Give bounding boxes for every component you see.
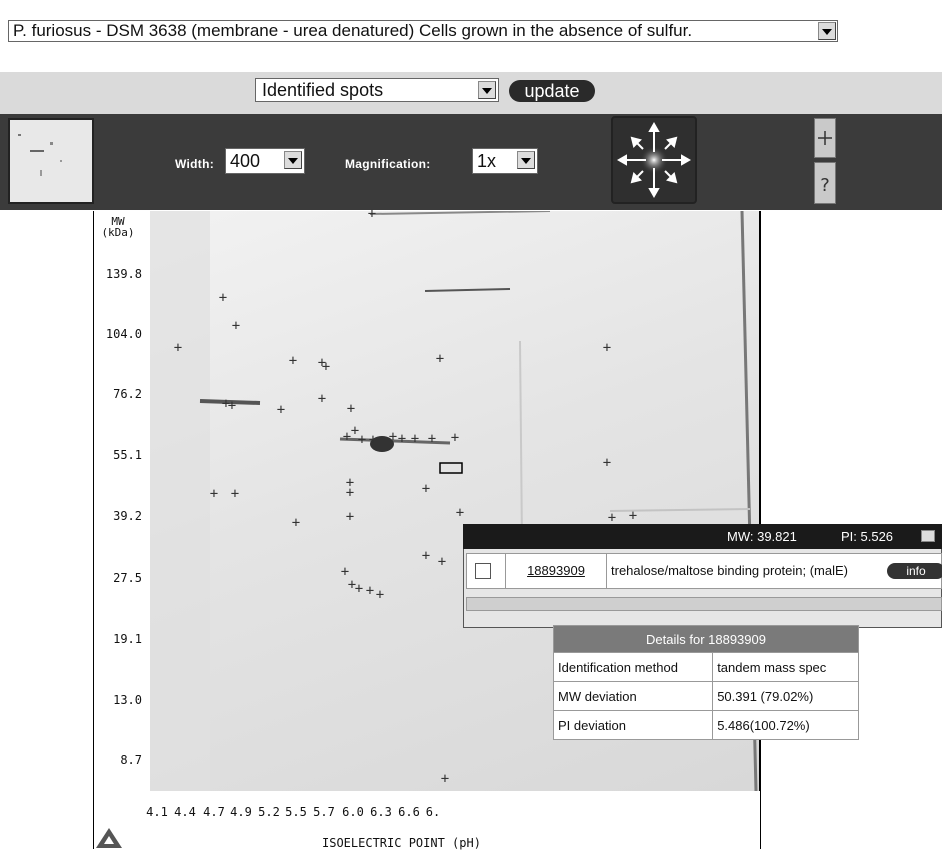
spot-marker[interactable]: +	[419, 549, 433, 563]
details-title: Details for 18893909	[553, 625, 859, 653]
gel-thumbnail[interactable]	[8, 118, 94, 204]
detail-value: 50.391 (79.02%)	[712, 681, 859, 711]
spot-marker[interactable]: +	[319, 360, 333, 374]
spot-marker[interactable]: +	[228, 487, 242, 501]
spot-marker[interactable]: +	[229, 319, 243, 333]
spot-marker[interactable]: +	[365, 207, 379, 221]
spot-marker[interactable]: +	[286, 354, 300, 368]
width-label: Width:	[175, 157, 215, 171]
magnification-value: 1x	[477, 151, 497, 171]
spot-marker[interactable]: +	[373, 588, 387, 602]
help-icon[interactable]: ?	[814, 162, 836, 204]
info-button[interactable]: info	[887, 563, 942, 579]
mw-tick-label: 104.0	[105, 327, 142, 341]
magnification-select[interactable]: 1x	[472, 148, 538, 174]
spot-marker[interactable]: +	[435, 555, 449, 569]
pi-axis-title: ISOELECTRIC POINT (pH)	[322, 836, 481, 850]
detail-value: tandem mass spec	[712, 652, 859, 682]
spot-marker[interactable]: +	[289, 516, 303, 530]
table-row: Identification method tandem mass spec	[552, 652, 859, 682]
spot-marker[interactable]: +	[216, 291, 230, 305]
popup-header: MW: 39.821 PI: 5.526	[463, 524, 942, 549]
mw-tick-label: 76.2	[113, 387, 142, 401]
protein-id-link[interactable]: 18893909	[505, 554, 607, 588]
protein-name: trehalose/maltose binding protein; (malE…	[611, 563, 849, 578]
spot-marker[interactable]: +	[425, 432, 439, 446]
expand-icon[interactable]	[814, 118, 836, 158]
spot-marker[interactable]: +	[453, 506, 467, 520]
detail-value: 5.486(100.72%)	[712, 710, 859, 740]
table-row: PI deviation 5.486(100.72%)	[552, 710, 859, 740]
spot-marker[interactable]: +	[225, 399, 239, 413]
chevron-down-icon[interactable]	[818, 22, 836, 40]
details-table: Details for 18893909 Identification meth…	[552, 625, 859, 740]
detail-label: Identification method	[552, 652, 714, 682]
chevron-down-icon[interactable]	[517, 151, 535, 169]
spot-filter-value: Identified spots	[262, 80, 384, 100]
spot-marker[interactable]: +	[315, 392, 329, 406]
spot-marker[interactable]: +	[366, 433, 380, 447]
spot-marker[interactable]: +	[340, 430, 354, 444]
spot-marker[interactable]: +	[448, 431, 462, 445]
spot-marker[interactable]: +	[600, 341, 614, 355]
spot-filter-select[interactable]: Identified spots	[255, 78, 499, 102]
mw-tick-label: 8.7	[120, 753, 142, 767]
pi-tick-label: 6.	[425, 805, 441, 819]
spot-marker[interactable]: +	[419, 482, 433, 496]
mw-axis-title-line2: (kDa)	[101, 226, 135, 239]
spot-marker[interactable]: +	[171, 341, 185, 355]
protein-checkbox[interactable]	[475, 563, 491, 579]
thumbnail-icon	[18, 134, 62, 176]
spot-marker[interactable]: +	[343, 510, 357, 524]
spot-marker[interactable]: +	[605, 511, 619, 525]
warning-icon	[96, 828, 122, 848]
sample-select-value: P. furiosus - DSM 3638 (membrane - urea …	[13, 21, 693, 40]
spot-marker[interactable]: +	[274, 403, 288, 417]
svg-text:?: ?	[820, 175, 830, 196]
spot-marker[interactable]: +	[433, 352, 447, 366]
sample-select[interactable]: P. furiosus - DSM 3638 (membrane - urea …	[8, 20, 838, 42]
gel-toolbar	[0, 114, 942, 210]
update-button[interactable]: update	[509, 80, 595, 102]
magnification-label: Magnification:	[345, 157, 431, 171]
mw-tick-label: 27.5	[113, 571, 142, 585]
chevron-down-icon[interactable]	[478, 81, 496, 99]
width-value: 400	[230, 151, 261, 171]
mw-axis-title: MW (kDa)	[98, 216, 138, 238]
spot-marker[interactable]: +	[344, 402, 358, 416]
pi-readout: PI: 5.526	[841, 529, 894, 544]
spot-marker[interactable]: +	[207, 487, 221, 501]
detail-label: PI deviation	[552, 710, 714, 740]
chevron-down-icon[interactable]	[284, 151, 302, 169]
detail-label: MW deviation	[552, 681, 714, 711]
spot-marker[interactable]: +	[438, 772, 452, 786]
table-row: MW deviation 50.391 (79.02%)	[552, 681, 859, 711]
mw-tick-label: 39.2	[113, 509, 142, 523]
mw-readout: MW: 39.821	[727, 529, 797, 544]
width-select[interactable]: 400	[225, 148, 305, 174]
mw-tick-label: 55.1	[113, 448, 142, 462]
spot-marker[interactable]: +	[626, 509, 640, 523]
spot-marker[interactable]: +	[343, 486, 357, 500]
popup-scrollbar[interactable]	[466, 597, 942, 611]
pan-control[interactable]	[611, 116, 697, 204]
spot-marker[interactable]: +	[395, 432, 409, 446]
pan-arrows-icon	[616, 121, 692, 199]
close-icon[interactable]	[921, 530, 935, 542]
spot-marker[interactable]: +	[408, 432, 422, 446]
protein-row: 18893909 trehalose/maltose binding prote…	[466, 553, 942, 589]
spot-marker[interactable]: +	[600, 456, 614, 470]
mw-tick-label: 19.1	[113, 632, 142, 646]
mw-tick-label: 13.0	[113, 693, 142, 707]
mw-tick-label: 139.8	[105, 267, 142, 281]
